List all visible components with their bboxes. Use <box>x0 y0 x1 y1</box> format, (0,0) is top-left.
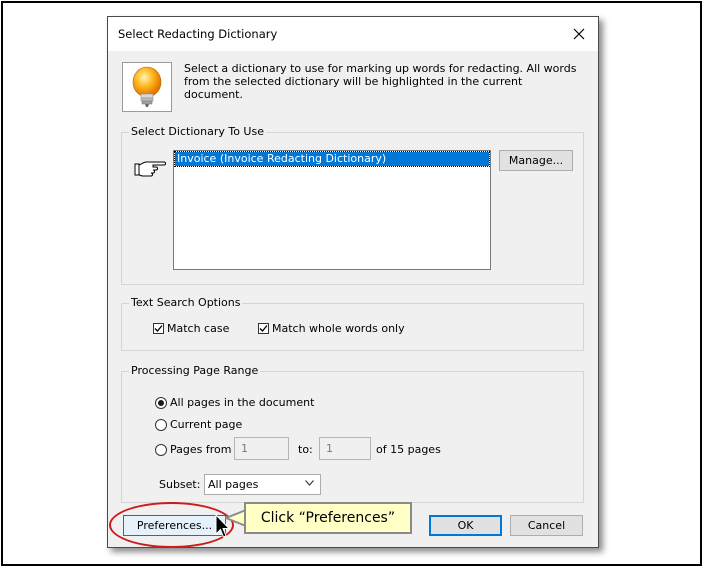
pages-from-label: Pages from <box>170 443 232 456</box>
match-whole-words-label: Match whole words only <box>272 322 405 335</box>
select-redacting-dictionary-dialog: Select Redacting Dictionary Select a dic… <box>107 16 599 548</box>
match-case-checkbox[interactable] <box>153 323 164 334</box>
title-bar: Select Redacting Dictionary <box>108 17 598 51</box>
to-label: to: <box>298 443 313 456</box>
dictionary-list-item[interactable]: Invoice (Invoice Redacting Dictionary) <box>174 151 490 167</box>
dialog-description: Select a dictionary to use for marking u… <box>184 62 577 101</box>
pages-from-radio[interactable] <box>155 443 167 456</box>
callout-text: Click “Preferences” <box>260 510 396 526</box>
current-page-label: Current page <box>170 418 243 431</box>
ok-button[interactable]: OK <box>429 515 502 536</box>
current-page-radio[interactable] <box>155 418 167 431</box>
from-page-input[interactable]: 1 <box>234 437 289 460</box>
checkmark-icon <box>259 325 268 332</box>
match-case-label: Match case <box>167 322 230 335</box>
pointing-hand-icon <box>133 158 167 181</box>
instruction-callout: Click “Preferences” <box>244 502 412 534</box>
preferences-button[interactable]: Preferences... <box>123 515 226 536</box>
select-dictionary-label: Select Dictionary To Use <box>129 125 266 138</box>
dialog-title: Select Redacting Dictionary <box>118 27 278 41</box>
lightbulb-icon <box>132 66 162 107</box>
checkmark-icon <box>154 325 163 332</box>
match-whole-words-checkbox[interactable] <box>258 323 269 334</box>
of-pages-label: of 15 pages <box>376 443 441 456</box>
close-button[interactable] <box>566 23 592 45</box>
to-page-input[interactable]: 1 <box>319 437 371 460</box>
subset-select[interactable]: All pages <box>204 474 321 495</box>
mouse-cursor-icon <box>215 514 231 538</box>
match-whole-words-option[interactable]: Match whole words only <box>258 322 405 335</box>
all-pages-option[interactable]: All pages in the document <box>155 396 314 409</box>
all-pages-radio[interactable] <box>155 396 167 409</box>
pages-from-option[interactable]: Pages from <box>155 443 231 456</box>
cancel-button[interactable]: Cancel <box>510 515 583 536</box>
current-page-option[interactable]: Current page <box>155 418 242 431</box>
text-search-options-label: Text Search Options <box>129 296 243 309</box>
processing-page-range-label: Processing Page Range <box>129 364 261 377</box>
subset-value: All pages <box>208 478 259 491</box>
chevron-down-icon <box>305 480 314 486</box>
dictionary-list[interactable]: Invoice (Invoice Redacting Dictionary) <box>173 150 491 270</box>
all-pages-label: All pages in the document <box>170 396 315 409</box>
subset-label: Subset: <box>159 478 201 491</box>
match-case-option[interactable]: Match case <box>153 322 229 335</box>
close-icon <box>573 28 585 40</box>
manage-button[interactable]: Manage... <box>499 150 573 171</box>
lightbulb-icon-frame <box>122 62 172 112</box>
